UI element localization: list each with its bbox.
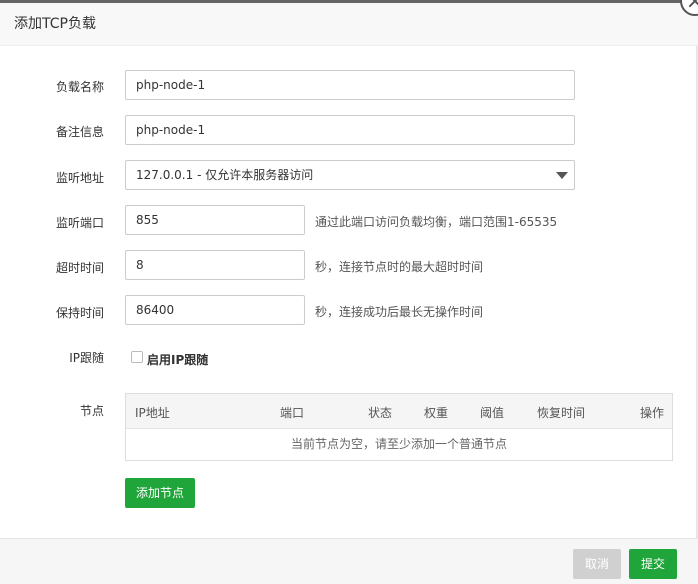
column-port: 端口 — [280, 406, 305, 420]
keepalive-label: 保持时间 — [55, 306, 104, 320]
nodes-table: IP地址 端口 状态 权重 阈值 恢复时间 操作 当前节点为空，请至少添加一个普… — [125, 393, 673, 461]
remark-label: 备注信息 — [55, 125, 104, 139]
listen-port-label: 监听端口 — [55, 216, 104, 230]
column-ip: IP地址 — [135, 406, 170, 420]
add-tcp-load-dialog: 添加TCP负载 负载名称 php-node-1 备注信息 php-node-1 … — [0, 0, 698, 584]
column-status: 状态 — [368, 406, 393, 420]
dialog-titlebar: 添加TCP负载 — [0, 0, 698, 46]
add-node-button[interactable]: 添加节点 — [125, 478, 195, 508]
submit-button[interactable]: 提交 — [629, 549, 677, 579]
dialog-footer: 取消 提交 — [0, 538, 698, 584]
name-label: 负载名称 — [55, 80, 104, 94]
nodes-empty-message: 当前节点为空，请至少添加一个普通节点 — [290, 437, 507, 451]
column-actions: 操作 — [640, 406, 665, 420]
ip-follow-checkbox[interactable] — [131, 351, 143, 363]
cancel-button[interactable]: 取消 — [573, 549, 621, 579]
keepalive-input[interactable]: 86400 — [125, 295, 305, 325]
nodes-table-header: IP地址 端口 状态 权重 阈值 恢复时间 操作 — [126, 394, 672, 429]
column-recovery-time: 恢复时间 — [537, 406, 586, 420]
column-weight: 权重 — [424, 406, 449, 420]
dropdown-arrow-icon — [556, 172, 568, 179]
listen-address-value: 127.0.0.1 - 仅允许本服务器访问 — [136, 168, 314, 182]
timeout-hint: 秒，连接节点时的最大超时时间 — [315, 260, 484, 274]
ip-follow-label: IP跟随 — [69, 351, 104, 365]
dialog-title: 添加TCP负载 — [14, 16, 96, 32]
column-threshold: 阈值 — [480, 406, 505, 420]
listen-port-hint: 通过此端口访问负载均衡，端口范围1-65535 — [315, 215, 558, 229]
keepalive-hint: 秒，连接成功后最长无操作时间 — [315, 305, 484, 319]
timeout-label: 超时时间 — [55, 261, 104, 275]
remark-input[interactable]: php-node-1 — [125, 115, 575, 145]
top-border — [0, 0, 698, 3]
listen-address-label: 监听地址 — [55, 171, 104, 185]
name-input[interactable]: php-node-1 — [125, 70, 575, 100]
listen-address-select[interactable]: 127.0.0.1 - 仅允许本服务器访问 — [125, 160, 575, 190]
timeout-input[interactable]: 8 — [125, 250, 305, 280]
nodes-label: 节点 — [79, 404, 104, 418]
ip-follow-checkbox-label[interactable]: 启用IP跟随 — [147, 351, 208, 368]
listen-port-input[interactable]: 855 — [125, 205, 305, 235]
